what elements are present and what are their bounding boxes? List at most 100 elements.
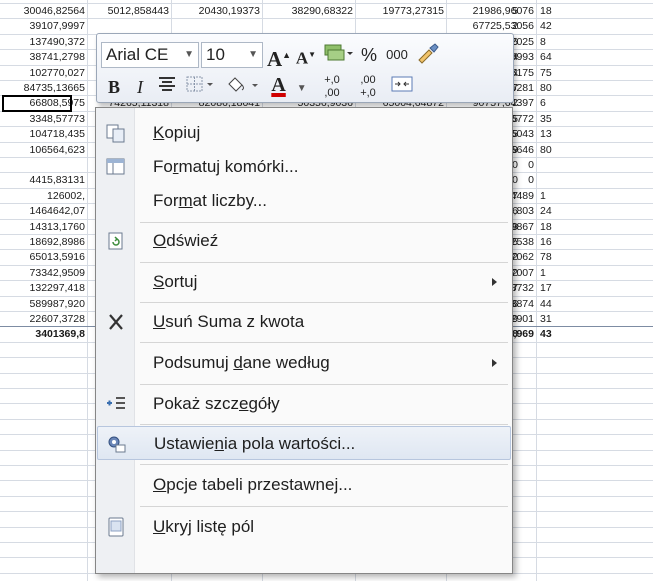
- menu-item-odswiez[interactable]: Odświeź: [97, 224, 511, 258]
- table-cell[interactable]: [540, 158, 570, 172]
- format-painter-button[interactable]: [415, 42, 441, 68]
- menu-item-podsumuj[interactable]: Podsumuj dane według: [97, 346, 511, 380]
- table-cell[interactable]: 19773,27315: [355, 4, 446, 18]
- table-cell[interactable]: [0, 158, 87, 172]
- table-cell-fragment: 2: [512, 20, 518, 32]
- table-cell[interactable]: 75: [540, 66, 570, 80]
- menu-item-pokaz-szczegoly[interactable]: Pokaż szczegóły: [97, 387, 511, 421]
- table-cell[interactable]: [355, 19, 446, 33]
- table-cell[interactable]: 78: [540, 250, 570, 264]
- table-cell[interactable]: 1: [540, 189, 570, 203]
- table-cell[interactable]: [262, 19, 355, 33]
- grow-font-button[interactable]: A▲: [267, 42, 291, 71]
- menu-item-usun[interactable]: Usuń Suma z kwota: [97, 305, 511, 339]
- table-cell[interactable]: [87, 19, 171, 33]
- increase-decimal-top: +,0: [324, 74, 340, 86]
- percent-style-button[interactable]: %: [359, 42, 379, 68]
- borders-button[interactable]: [185, 74, 221, 100]
- table-cell[interactable]: 1464642,07: [0, 204, 87, 218]
- table-cell[interactable]: 22607,3728: [0, 312, 87, 326]
- table-cell[interactable]: 43: [540, 327, 570, 341]
- table-cell[interactable]: 65013,5916: [0, 250, 87, 264]
- table-cell[interactable]: [540, 173, 570, 187]
- menu-item-ustawienia-pola[interactable]: Ustawienia pola wartości...: [97, 426, 511, 460]
- font-color-letter: A: [271, 74, 286, 96]
- table-cell[interactable]: 38741,2798: [0, 50, 87, 64]
- paint-bucket-icon: [228, 77, 258, 92]
- table-cell[interactable]: 42: [540, 19, 570, 33]
- font-name-value: Arial CE: [106, 45, 169, 64]
- menu-separator: [140, 342, 508, 343]
- menu-label-opcje: Opcje tabeli przestawnej...: [153, 475, 353, 494]
- table-cell[interactable]: 21986,96076: [446, 4, 536, 18]
- table-cell[interactable]: 18: [540, 220, 570, 234]
- center-align-button[interactable]: [155, 74, 179, 100]
- menu-label-podsumuj: Podsumuj dane według: [153, 353, 330, 372]
- table-cell[interactable]: 24: [540, 204, 570, 218]
- font-size-combobox[interactable]: 10 ▼: [201, 42, 263, 68]
- table-cell[interactable]: 4415,83131: [0, 173, 87, 187]
- table-cell[interactable]: [171, 19, 262, 33]
- menu-item-sortuj[interactable]: Sortuj: [97, 265, 511, 299]
- table-cell[interactable]: 102770,027: [0, 66, 87, 80]
- fill-color-button[interactable]: [225, 74, 265, 100]
- font-name-combobox[interactable]: Arial CE ▼: [101, 42, 199, 68]
- menu-separator: [140, 384, 508, 385]
- delete-x-icon: [109, 314, 123, 330]
- menu-item-ukryj-liste[interactable]: Ukryj listę pól: [97, 510, 511, 544]
- increase-decimal-button[interactable]: +,0 ,00: [317, 74, 347, 100]
- table-cell[interactable]: 18692,8986: [0, 235, 87, 249]
- table-cell[interactable]: 3401369,8: [0, 327, 87, 341]
- menu-separator: [140, 464, 508, 465]
- table-cell[interactable]: 80: [540, 81, 570, 95]
- table-cell[interactable]: 8: [540, 35, 570, 49]
- menu-item-kopiuj[interactable]: Kopiuj: [97, 116, 511, 150]
- table-cell[interactable]: 137490,372: [0, 35, 87, 49]
- table-cell[interactable]: 5012,858443: [87, 4, 171, 18]
- table-cell[interactable]: 3348,57773: [0, 112, 87, 126]
- accounting-format-button[interactable]: [323, 42, 355, 68]
- table-cell[interactable]: 132297,418: [0, 281, 87, 295]
- menu-item-format-liczby[interactable]: Format liczby...: [97, 184, 511, 218]
- table-cell[interactable]: 106564,623: [0, 143, 87, 157]
- decrease-decimal-top: ,00: [360, 74, 376, 86]
- table-cell[interactable]: 1: [540, 266, 570, 280]
- bold-button[interactable]: B: [103, 74, 125, 100]
- menu-label-usun: Usuń Suma z kwota: [153, 312, 305, 331]
- table-cell[interactable]: 73342,9509: [0, 266, 87, 280]
- table-cell[interactable]: 17: [540, 281, 570, 295]
- decrease-decimal-button[interactable]: ,00 +,0: [353, 74, 383, 100]
- table-cell[interactable]: 13: [540, 127, 570, 141]
- table-cell[interactable]: 84735,13665: [0, 81, 87, 95]
- table-cell[interactable]: 31: [540, 312, 570, 326]
- table-cell[interactable]: 104718,435: [0, 127, 87, 141]
- currency-icon: [324, 44, 353, 61]
- table-cell[interactable]: 64: [540, 50, 570, 64]
- table-cell[interactable]: 30046,82564: [0, 4, 87, 18]
- merge-center-button[interactable]: [389, 74, 415, 100]
- table-cell[interactable]: 38290,68322: [262, 4, 355, 18]
- table-cell[interactable]: 44: [540, 297, 570, 311]
- table-cell[interactable]: 80: [540, 143, 570, 157]
- borders-icon: [186, 76, 213, 92]
- table-cell[interactable]: 14313,1760: [0, 220, 87, 234]
- menu-item-opcje-tabeli[interactable]: Opcje tabeli przestawnej...: [97, 468, 511, 502]
- mini-toolbar: Arial CE ▼ 10 ▼ A▲ A▼ % 000 B I A ▼ +,0 …: [96, 33, 514, 103]
- table-cell[interactable]: 39107,9997: [0, 19, 87, 33]
- table-cell[interactable]: 6: [540, 96, 570, 110]
- shrink-font-button[interactable]: A▼: [295, 42, 317, 68]
- comma-style-button[interactable]: 000: [383, 42, 411, 68]
- column-gridline: [536, 0, 537, 581]
- table-cell[interactable]: 16: [540, 235, 570, 249]
- table-cell[interactable]: 18: [540, 4, 570, 18]
- menu-separator: [140, 262, 508, 263]
- table-cell[interactable]: 20430,19373: [171, 4, 262, 18]
- font-color-button[interactable]: A ▼: [269, 72, 309, 98]
- menu-item-formatuj-komorki[interactable]: Formatuj komórki...: [97, 150, 511, 184]
- table-cell[interactable]: 126002,: [0, 189, 87, 203]
- italic-button[interactable]: I: [129, 74, 151, 100]
- table-cell[interactable]: 589987,920: [0, 297, 87, 311]
- table-cell[interactable]: 67725,53056: [446, 19, 536, 33]
- table-cell[interactable]: 35: [540, 112, 570, 126]
- decrease-decimal-bottom: +,0: [360, 87, 376, 99]
